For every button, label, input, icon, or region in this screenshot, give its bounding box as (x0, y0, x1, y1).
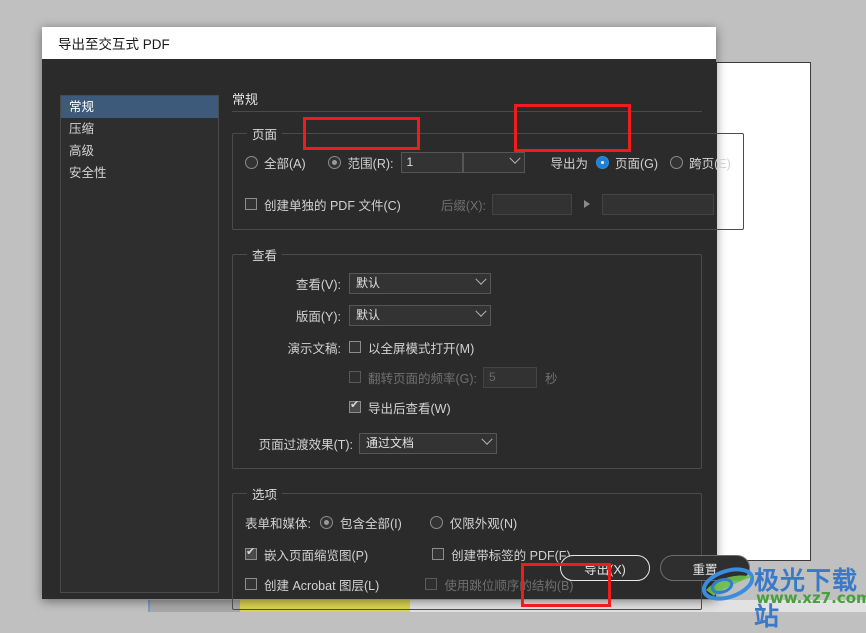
dialog-body: 常规 压缩 高级 安全性 常规 页面 全部(A) 范围(R): 1 导出为 页面… (42, 59, 750, 610)
label-page-range: 范围(R): (347, 156, 394, 171)
arrow-right-icon (583, 200, 590, 208)
pane-title: 常规 (232, 92, 259, 107)
label-separate-pdf: 创建单独的 PDF 文件(C) (264, 198, 401, 213)
label-export-pages: 页面(G) (615, 156, 659, 171)
label-flip-pages: 翻转页面的频率(G): (368, 371, 478, 386)
watermark: 极光下载站 www.xz7.com (702, 558, 866, 631)
chevron-down-icon (508, 152, 521, 164)
options-group-legend: 选项 (252, 488, 278, 502)
view-group-legend: 查看 (252, 249, 278, 263)
label-view-after-export: 导出后查看(W) (368, 401, 451, 416)
layout-dropdown[interactable]: 默认 (349, 304, 491, 326)
export-interactive-pdf-dialog: 导出至交互式 PDF 常规 压缩 高级 安全性 常规 页面 全部(A) 范围(R… (42, 27, 750, 610)
radio-page-range[interactable] (327, 155, 341, 169)
label-export-spreads: 跨页(E) (689, 156, 731, 171)
checkbox-open-fullscreen[interactable] (349, 341, 361, 353)
dialog-titlebar: 导出至交互式 PDF (42, 27, 716, 59)
label-page-transition: 页面过渡效果(T): (258, 437, 353, 452)
page-range-dropdown[interactable] (462, 151, 525, 173)
settings-pane: 常规 页面 全部(A) 范围(R): 1 导出为 页面(G) 跨页(E) 创建单… (232, 89, 744, 625)
dialog-title: 导出至交互式 PDF (58, 37, 170, 52)
checkbox-separate-pdf[interactable] (245, 198, 257, 210)
page-transition-dropdown[interactable]: 通过文档 (359, 432, 497, 454)
flip-interval-input: 5 (483, 366, 538, 388)
watermark-url: www.xz7.com (756, 589, 866, 607)
chevron-down-icon (475, 273, 487, 285)
label-presentation: 演示文稿: (287, 341, 341, 356)
swoosh-logo-icon (702, 567, 754, 601)
radio-export-spreads[interactable] (670, 155, 684, 169)
category-sidebar: 常规 压缩 高级 安全性 (60, 95, 219, 593)
view-group: 查看 查看(V): 默认 版面(Y): 默认 演示文稿: 以全屏模式打开(M) … (232, 245, 702, 469)
label-appearance-only: 仅限外观(N) (449, 516, 518, 531)
label-suffix: 后缀(X): (440, 198, 486, 213)
radio-appearance-only[interactable] (429, 515, 443, 529)
suffix-preview-input (601, 193, 714, 215)
chevron-down-icon (481, 433, 493, 445)
layout-dropdown-value: 默认 (356, 307, 381, 322)
label-all-pages: 全部(A) (264, 156, 306, 171)
radio-include-all[interactable] (319, 515, 333, 529)
sidebar-item-compression[interactable]: 压缩 (61, 118, 218, 140)
page-transition-value: 通过文档 (366, 435, 415, 450)
dialog-button-bar: 导出(X) 重置 (42, 555, 750, 585)
background-strip-gray (150, 600, 240, 612)
sidebar-item-advanced[interactable]: 高级 (61, 140, 218, 162)
options-group: 选项 表单和媒体: 包含全部(I) 仅限外观(N) 嵌入页面缩览图(P) 创建带… (232, 484, 702, 610)
checkbox-flip-pages (349, 371, 361, 383)
label-export-as: 导出为 (550, 156, 589, 171)
export-button[interactable]: 导出(X) (560, 555, 650, 581)
view-dropdown[interactable]: 默认 (349, 272, 491, 294)
page-range-input[interactable]: 1 (400, 151, 463, 173)
radio-all-pages[interactable] (245, 155, 258, 169)
checkbox-view-after-export[interactable] (349, 399, 361, 413)
pages-group: 页面 全部(A) 范围(R): 1 导出为 页面(G) 跨页(E) 创建单独的 … (232, 124, 744, 230)
view-dropdown-value: 默认 (356, 275, 381, 290)
chevron-down-icon (475, 305, 487, 317)
sidebar-item-general[interactable]: 常规 (61, 96, 218, 118)
label-open-fullscreen: 以全屏模式打开(M) (368, 341, 475, 356)
pages-group-legend: 页面 (252, 128, 278, 142)
pane-divider (232, 111, 702, 112)
radio-export-pages[interactable] (596, 155, 610, 169)
label-forms-media: 表单和媒体: (245, 516, 311, 531)
label-layout: 版面(Y): (295, 309, 341, 324)
label-include-all: 包含全部(I) (339, 516, 402, 531)
label-view: 查看(V): (295, 277, 341, 292)
sidebar-item-security[interactable]: 安全性 (61, 162, 218, 184)
label-seconds: 秒 (545, 371, 558, 386)
suffix-input (491, 193, 572, 215)
